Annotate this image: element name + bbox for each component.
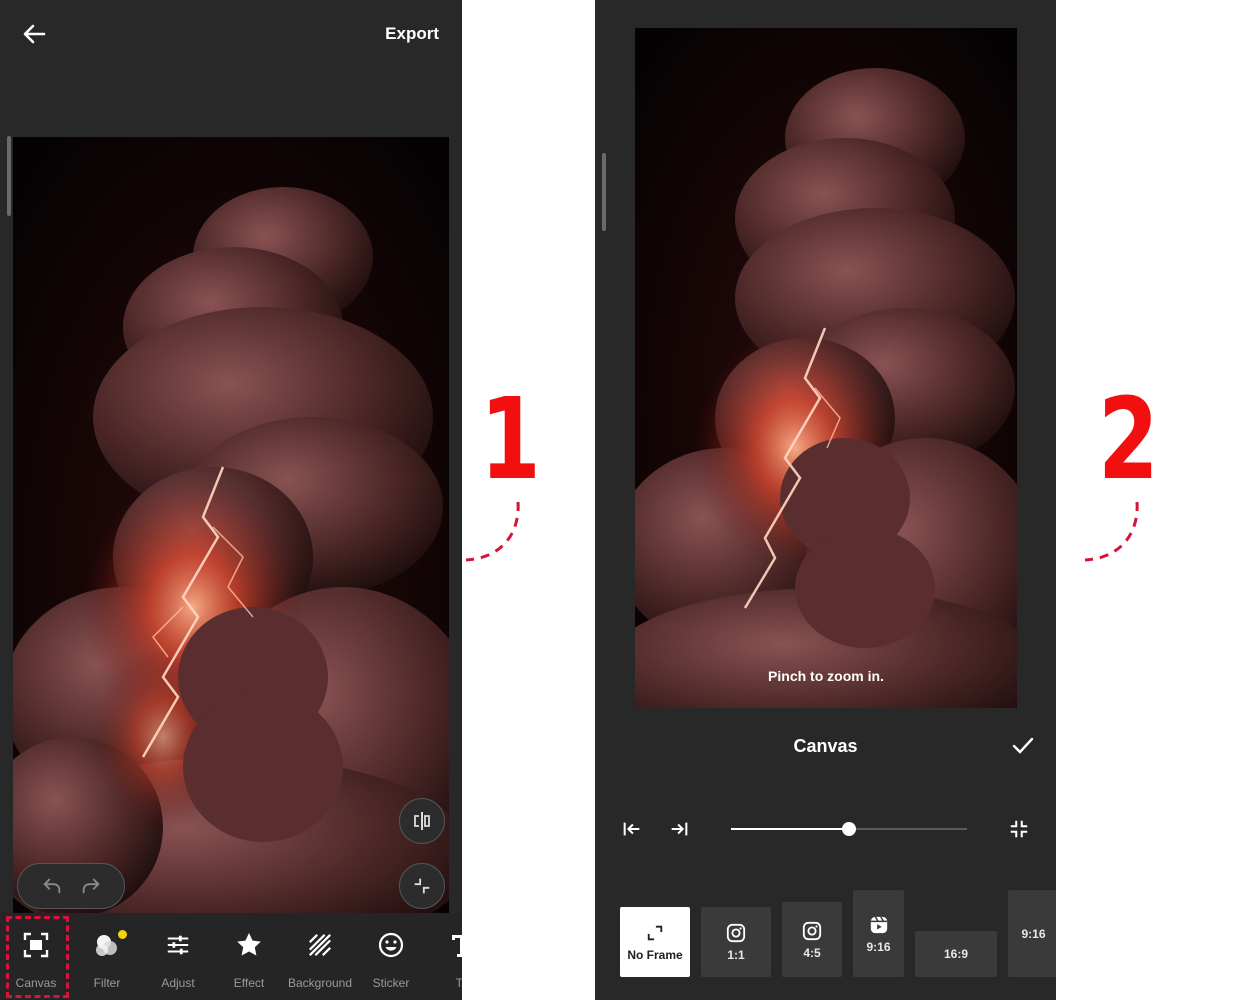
editor-screen: Export Canvas Filter Adjust Effect Backg…	[0, 0, 462, 1000]
export-button[interactable]: Export	[385, 24, 439, 44]
ratio-label: 1:1	[727, 948, 745, 962]
ratio-4-5[interactable]: 4:5	[782, 902, 842, 977]
undo-redo-group	[17, 863, 125, 909]
sliders-icon	[164, 931, 192, 959]
tool-label: Te	[455, 976, 462, 990]
tool-label: Adjust	[161, 976, 195, 990]
ratio-16-9[interactable]: 16:9	[915, 931, 997, 977]
tool-adjust[interactable]: Adjust	[143, 913, 213, 1000]
tool-canvas[interactable]: Canvas	[1, 913, 71, 1000]
align-right-icon[interactable]	[667, 817, 691, 841]
tool-label: Background	[287, 976, 353, 990]
undo-icon[interactable]	[41, 875, 63, 897]
tool-label: Filter	[93, 976, 121, 990]
ratio-label: 9:16	[866, 939, 891, 954]
scroll-indicator[interactable]	[602, 153, 606, 231]
slider-knob[interactable]	[842, 822, 856, 836]
panel-title: Canvas	[793, 736, 858, 756]
step-number: 1	[480, 375, 541, 505]
ratio-9-16[interactable]: 9:16	[1008, 890, 1056, 977]
dashed-arrow-curve	[1084, 501, 1139, 562]
ratio-label: 4:5	[803, 945, 821, 960]
ratio-label: No Frame	[627, 948, 683, 962]
tool-label: Canvas	[15, 976, 57, 990]
redo-icon[interactable]	[80, 875, 102, 897]
expand-icon	[646, 922, 664, 944]
tool-label: Sticker	[372, 976, 410, 990]
compare-button[interactable]	[399, 798, 445, 844]
collapse-button[interactable]	[399, 863, 445, 909]
tool-bar: Canvas Filter Adjust Effect Background S…	[0, 913, 462, 1000]
checkmark-icon[interactable]	[1010, 733, 1036, 759]
photo-preview[interactable]	[13, 137, 449, 913]
ratio-label: 9:16	[1021, 926, 1046, 941]
filter-circles-icon	[93, 931, 121, 959]
smiley-icon	[377, 931, 405, 959]
tool-text[interactable]: Te	[427, 913, 462, 1000]
back-arrow-icon[interactable]	[18, 18, 50, 50]
instagram-icon	[802, 920, 822, 942]
collapse-icon	[414, 878, 430, 894]
instagram-icon	[726, 922, 746, 944]
photo-preview[interactable]: Pinch to zoom in.	[635, 28, 1017, 708]
ratio-1-1[interactable]: 1:1	[701, 907, 771, 977]
tool-label: Effect	[233, 976, 265, 990]
ratio-no-frame[interactable]: No Frame	[620, 907, 690, 977]
border-slider[interactable]	[731, 822, 967, 836]
compare-icon	[414, 812, 430, 830]
reels-icon	[869, 914, 889, 936]
ratio-9-16-reels[interactable]: 9:16	[853, 890, 904, 977]
tool-filter[interactable]: Filter	[72, 913, 142, 1000]
ratio-label: 16:9	[943, 947, 969, 961]
scroll-indicator[interactable]	[7, 136, 11, 216]
dashed-arrow-curve	[465, 501, 520, 562]
tool-sticker[interactable]: Sticker	[356, 913, 426, 1000]
canvas-panel: Canvas No Frame 1:1 4:5 9:16 16:9 9:16	[595, 717, 1056, 1000]
tool-effect[interactable]: Effect	[214, 913, 284, 1000]
slider-fill	[731, 828, 849, 830]
text-icon	[448, 931, 462, 959]
align-left-icon[interactable]	[620, 817, 644, 841]
canvas-frame-icon	[22, 931, 50, 959]
new-indicator-dot	[118, 930, 127, 939]
shrink-icon[interactable]	[1007, 817, 1031, 841]
step-number: 2	[1098, 375, 1159, 505]
star-icon	[235, 931, 263, 959]
canvas-screen: Pinch to zoom in. Canvas No Frame 1:1 4:…	[595, 0, 1056, 1000]
tool-background[interactable]: Background	[285, 913, 355, 1000]
stripes-icon	[306, 931, 334, 959]
pinch-hint: Pinch to zoom in.	[768, 668, 884, 684]
